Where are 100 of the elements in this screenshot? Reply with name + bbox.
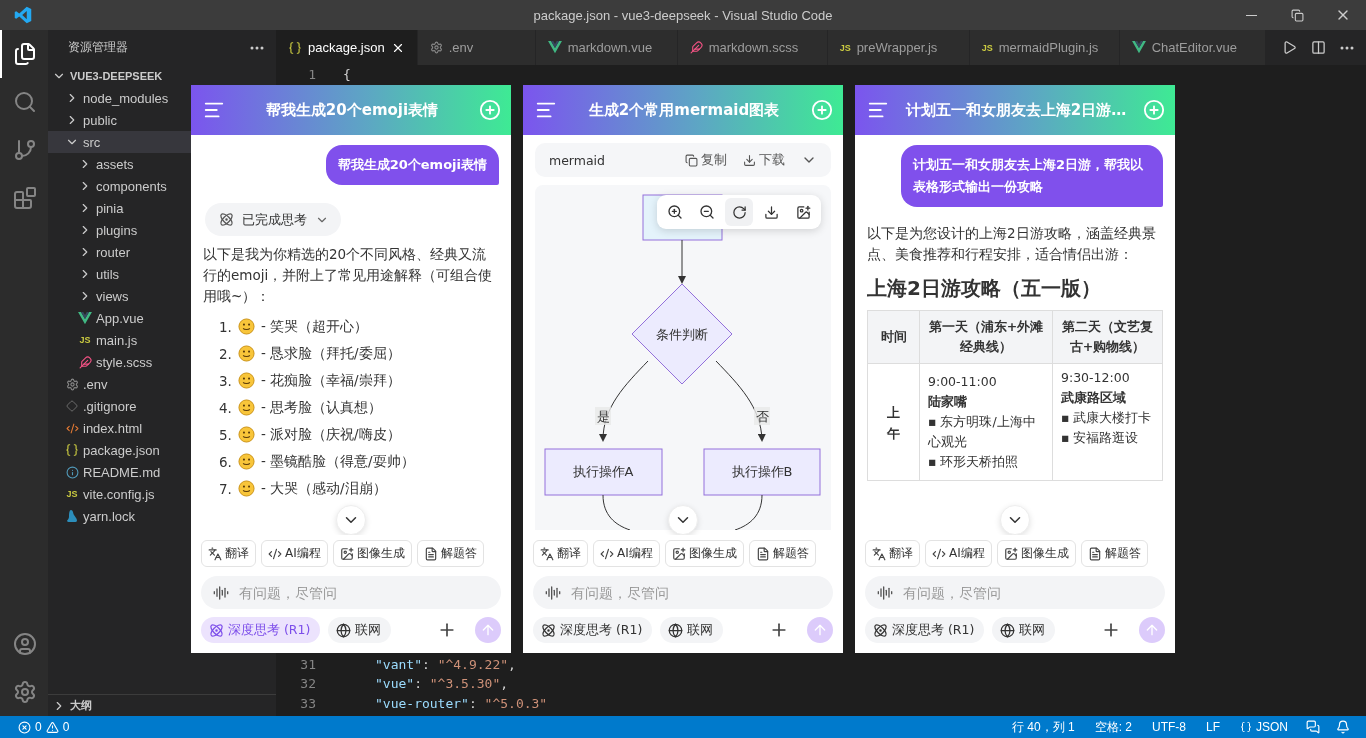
list-text: - 思考脸（认真想）	[260, 398, 383, 417]
quick-action-chip[interactable]: 解题答	[1080, 540, 1148, 567]
chat-input[interactable]: 有问题，尽管问	[569, 583, 821, 602]
copy-icon	[685, 153, 698, 167]
app-logo-icon	[14, 6, 32, 24]
quick-action-chip[interactable]: 翻译	[201, 540, 256, 567]
editor-tab[interactable]: .env	[417, 30, 536, 65]
quick-action-chip[interactable]: 图像生成	[664, 540, 744, 567]
smiley-icon	[237, 426, 255, 443]
image-plus-icon	[339, 546, 354, 561]
option-toggle[interactable]: 深度思考 (R1)	[533, 617, 653, 643]
quick-action-chip[interactable]: 解题答	[416, 540, 484, 567]
account-icon	[13, 632, 37, 656]
js-file-icon: JS	[839, 42, 851, 53]
quick-action-chip[interactable]: 翻译	[865, 540, 920, 567]
restore-icon	[1290, 8, 1304, 22]
braces-icon	[65, 443, 79, 457]
atom-icon	[209, 622, 224, 638]
error-icon	[18, 720, 31, 734]
problems-indicator[interactable]: 0 0	[10, 720, 78, 734]
list-number: 5.	[219, 426, 232, 443]
download-button[interactable]: 下载	[743, 151, 785, 169]
editor-tab[interactable]: package.json	[276, 30, 418, 65]
quick-action-chip[interactable]: AI编程	[925, 540, 992, 567]
status-item[interactable]: 空格: 2	[1086, 718, 1140, 736]
search-icon	[13, 90, 37, 114]
tree-root[interactable]: VUE3-DEEPSEEK	[48, 65, 276, 87]
js-file-icon: JS	[981, 42, 993, 53]
new-chat-icon	[1143, 99, 1165, 121]
status-item[interactable]: UTF-8	[1143, 720, 1194, 734]
code-language: mermaid	[549, 152, 606, 168]
gear-icon	[429, 41, 443, 54]
thinking-toggle[interactable]: 已完成思考	[205, 203, 341, 236]
blocks-icon	[13, 186, 37, 210]
smiley-icon	[237, 399, 255, 416]
js-file-icon: JS	[66, 489, 78, 499]
panel-title: 生成2个常用mermaid图表	[587, 100, 781, 120]
code-text: {	[342, 67, 351, 83]
table-cell-text: ▪ 武康大楼打卡	[1061, 409, 1153, 427]
smiley-icon	[237, 318, 255, 335]
quick-action-chip[interactable]: 翻译	[533, 540, 588, 567]
scroll-down-button[interactable]	[1000, 505, 1030, 535]
node-label: 条件判断	[656, 327, 708, 342]
editor-tab[interactable]: markdown.vue	[535, 30, 678, 65]
table-header: 第二天（文艺复古+购物线）	[1052, 310, 1163, 364]
status-item[interactable]: JSON	[1232, 720, 1296, 734]
option-toggle[interactable]: 联网	[328, 617, 392, 643]
image-icon	[795, 204, 811, 220]
quick-action-chip[interactable]: AI编程	[261, 540, 328, 567]
tree-item[interactable]: components	[48, 175, 276, 197]
chat-input[interactable]: 有问题，尽管问	[901, 583, 1153, 602]
branch-icon	[13, 138, 37, 162]
voice-icon	[545, 584, 561, 601]
code-icon	[268, 546, 282, 561]
smiley-icon	[237, 480, 255, 497]
code-text: "vue": "^3.5.30",	[374, 676, 509, 692]
editor-tab[interactable]: JS preWrapper.js	[827, 30, 970, 65]
list-number: 7.	[219, 480, 232, 497]
option-toggle[interactable]: 联网	[660, 617, 724, 643]
answer-heading: 上海2日游攻略（五一版）	[867, 275, 1102, 302]
diamond-icon	[66, 400, 78, 412]
status-item[interactable]: 行 40，列 1	[1003, 718, 1083, 736]
editor-tab[interactable]: JS mermaidPlugin.js	[969, 30, 1120, 65]
quick-action-chip[interactable]: 图像生成	[332, 540, 412, 567]
list-text: - 笑哭（超开心）	[260, 317, 369, 336]
quick-action-chip[interactable]: 解题答	[748, 540, 816, 567]
line-number: 32	[299, 676, 317, 692]
table-cell-text: 上午	[887, 404, 900, 444]
scroll-down-button[interactable]	[336, 505, 366, 535]
editor-tab[interactable]: markdown.scss	[677, 30, 828, 65]
chat-input-field[interactable]: 有问题，尽管问	[533, 576, 833, 609]
tree-item[interactable]: assets	[48, 153, 276, 175]
smiley-icon	[237, 345, 255, 362]
status-item[interactable]: LF	[1197, 720, 1228, 734]
translate-icon	[208, 546, 222, 561]
toolbar-button[interactable]	[725, 198, 753, 226]
scss-file-icon	[78, 355, 92, 369]
info-icon	[65, 465, 79, 479]
js-file-icon: JS	[79, 335, 91, 345]
user-message: 帮我生成20个emoji表情	[325, 145, 499, 185]
quick-action-chip[interactable]: 图像生成	[996, 540, 1076, 567]
option-toggle[interactable]: 深度思考 (R1)	[865, 617, 985, 643]
chat-input-field[interactable]: 有问题，尽管问	[865, 576, 1165, 609]
chat-input[interactable]: 有问题，尽管问	[237, 583, 489, 602]
tree-item[interactable]: yarn.lock	[48, 505, 276, 527]
quick-action-chip[interactable]: AI编程	[593, 540, 660, 567]
more-icon	[1340, 45, 1354, 50]
option-toggle[interactable]: 联网	[992, 617, 1056, 643]
atom-icon	[219, 212, 234, 227]
feedback-icon	[1306, 720, 1320, 734]
copy-button[interactable]: 复制	[685, 151, 727, 169]
option-toggle[interactable]: 深度思考 (R1)	[201, 617, 321, 643]
table-cell-text: 9:00-11:00	[928, 373, 998, 391]
list-number: 2.	[219, 345, 232, 362]
code-icon	[600, 546, 614, 561]
chat-input-field[interactable]: 有问题，尽管问	[201, 576, 501, 609]
smiley-icon	[237, 453, 255, 470]
editor-tab[interactable]: ChatEditor.vue	[1119, 30, 1266, 65]
table-cell-text: ▪ 环形天桥拍照	[928, 453, 1020, 471]
code-text: "vue-router": "^5.0.3"	[374, 695, 548, 711]
